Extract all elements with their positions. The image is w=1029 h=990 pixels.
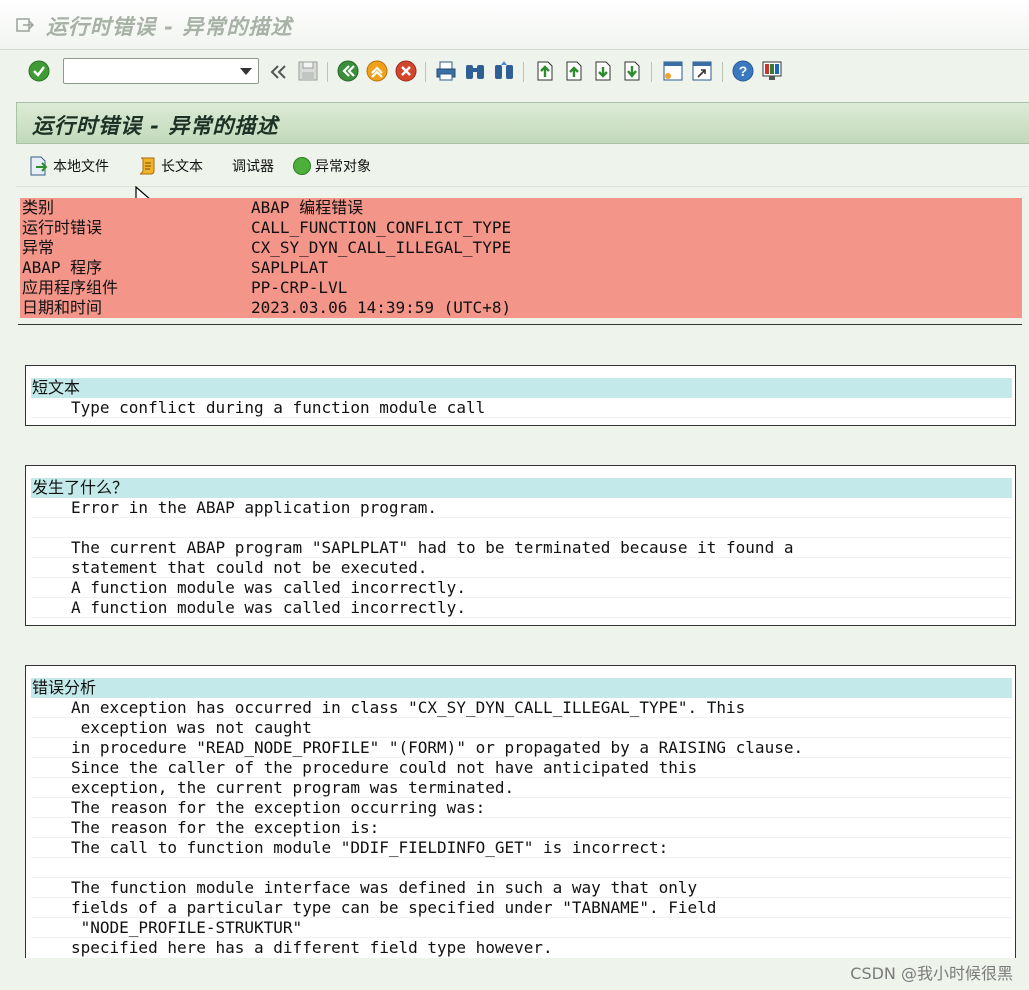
cancel-icon[interactable]	[394, 59, 418, 83]
error-info-value: 2023.03.06 14:39:59 (UTC+8)	[251, 298, 512, 317]
command-input[interactable]	[68, 60, 236, 82]
section-caption: 短文本	[31, 378, 1012, 398]
error-info-key: 类别	[22, 198, 55, 217]
local-file-icon	[30, 156, 48, 176]
text-line: exception was not caught	[31, 718, 1012, 738]
error-info-row: 日期和时间 2023.03.06 14:39:59 (UTC+8)	[20, 298, 1022, 318]
shortcut-icon[interactable]	[690, 59, 714, 83]
error-info-row: 应用程序组件 PP-CRP-LVL	[20, 278, 1022, 298]
watermark: CSDN @我小时候很黑	[850, 964, 1013, 983]
error-info-row: 异常 CX_SY_DYN_CALL_ILLEGAL_TYPE	[20, 238, 1022, 258]
window-title: 运行时错误 - 异常的描述	[46, 15, 293, 39]
print-icon[interactable]	[434, 59, 458, 83]
text-line: The current ABAP program "SAPLPLAT" had …	[31, 538, 1012, 558]
find-next-icon[interactable]	[492, 59, 516, 83]
text-line: Type conflict during a function module c…	[31, 398, 1012, 418]
text-line	[31, 518, 1012, 538]
enter-icon[interactable]	[27, 59, 51, 83]
divider	[18, 324, 1022, 325]
page-title: 运行时错误 - 异常的描述	[32, 114, 279, 138]
error-info-value: CALL_FUNCTION_CONFLICT_TYPE	[251, 218, 512, 237]
section-caption: 发生了什么？	[31, 478, 1012, 498]
error-info-value: ABAP 编程错误	[251, 198, 364, 217]
text-line: The function module interface was define…	[31, 878, 1012, 898]
exception-object-button[interactable]: 异常对象	[292, 154, 371, 178]
toolbar-separator	[327, 62, 328, 82]
section-caption: 错误分析	[31, 678, 1012, 698]
chevron-down-icon[interactable]	[240, 68, 252, 75]
error-info-key: 日期和时间	[22, 298, 103, 317]
text-line: fields of a particular type can be speci…	[31, 898, 1012, 918]
application-toolbar: 本地文件 长文本 调试器 异常对象	[16, 145, 1029, 187]
error-info-value: PP-CRP-LVL	[251, 278, 348, 297]
exception-object-label: 异常对象	[315, 159, 371, 175]
error-info-key: 异常	[22, 238, 55, 257]
error-info-key: 应用程序组件	[22, 278, 119, 297]
exit-icon[interactable]	[365, 59, 389, 83]
error-info-row: ABAP 程序 SAPLPLAT	[20, 258, 1022, 278]
title-bar: 运行时错误 - 异常的描述	[0, 0, 1029, 50]
scroll-icon	[139, 157, 155, 175]
text-line: The reason for the exception is:	[31, 818, 1012, 838]
text-line: in procedure "READ_NODE_PROFILE" "(FORM)…	[31, 738, 1012, 758]
next-page-icon[interactable]	[591, 59, 615, 83]
text-line: A function module was called incorrectly…	[31, 578, 1012, 598]
back-double-arrow-icon[interactable]	[266, 60, 290, 84]
text-line: exception, the current program was termi…	[31, 778, 1012, 798]
text-line: Error in the ABAP application program.	[31, 498, 1012, 518]
text-line: A function module was called incorrectly…	[31, 598, 1012, 618]
text-line: statement that could not be executed.	[31, 558, 1012, 578]
what-happened-section: 发生了什么？ Error in the ABAP application pro…	[25, 465, 1016, 626]
green-circle-icon	[293, 157, 311, 175]
toolbar-separator	[523, 62, 524, 82]
local-file-button[interactable]: 本地文件	[28, 154, 109, 178]
toolbar-separator	[651, 62, 652, 82]
long-text-button[interactable]: 长文本	[136, 154, 203, 178]
window-menu-icon[interactable]	[16, 17, 34, 33]
error-info-key: 运行时错误	[22, 218, 103, 237]
short-text-section: 短文本 Type conflict during a function modu…	[25, 365, 1016, 426]
error-analysis-section: 错误分析 An exception has occurred in class …	[25, 665, 1016, 958]
error-info-key: ABAP 程序	[22, 258, 103, 277]
text-line: Since the caller of the procedure could …	[31, 758, 1012, 778]
text-line: The call to function module "DDIF_FIELDI…	[31, 838, 1012, 858]
screen-header: 运行时错误 - 异常的描述	[16, 102, 1029, 144]
layout-icon[interactable]	[760, 59, 784, 83]
error-info-table: 类别 ABAP 编程错误 运行时错误 CALL_FUNCTION_CONFLIC…	[20, 198, 1022, 318]
error-info-value: SAPLPLAT	[251, 258, 329, 277]
debugger-button[interactable]: 调试器	[232, 154, 274, 178]
help-icon[interactable]: ?	[731, 59, 755, 83]
text-line: "NODE_PROFILE-STRUKTUR"	[31, 918, 1012, 938]
text-line	[31, 858, 1012, 878]
debugger-label: 调试器	[232, 159, 274, 175]
text-line: The reason for the exception occurring w…	[31, 798, 1012, 818]
toolbar-separator	[425, 62, 426, 82]
first-page-icon[interactable]	[533, 59, 557, 83]
text-line: An exception has occurred in class "CX_S…	[31, 698, 1012, 718]
error-info-row: 类别 ABAP 编程错误	[20, 198, 1022, 218]
previous-page-icon[interactable]	[562, 59, 586, 83]
local-file-label: 本地文件	[53, 159, 109, 175]
save-icon[interactable]	[296, 59, 320, 83]
long-text-label: 长文本	[161, 159, 203, 175]
create-session-icon[interactable]	[661, 59, 685, 83]
error-info-value: CX_SY_DYN_CALL_ILLEGAL_TYPE	[251, 238, 512, 257]
back-icon[interactable]	[336, 59, 360, 83]
find-icon[interactable]	[463, 59, 487, 83]
svg-text:?: ?	[739, 63, 748, 79]
error-info-row: 运行时错误 CALL_FUNCTION_CONFLICT_TYPE	[20, 218, 1022, 238]
toolbar-separator	[722, 62, 723, 82]
command-field[interactable]	[63, 58, 259, 84]
text-line: specified here has a different field typ…	[71, 938, 553, 957]
last-page-icon[interactable]	[620, 59, 644, 83]
